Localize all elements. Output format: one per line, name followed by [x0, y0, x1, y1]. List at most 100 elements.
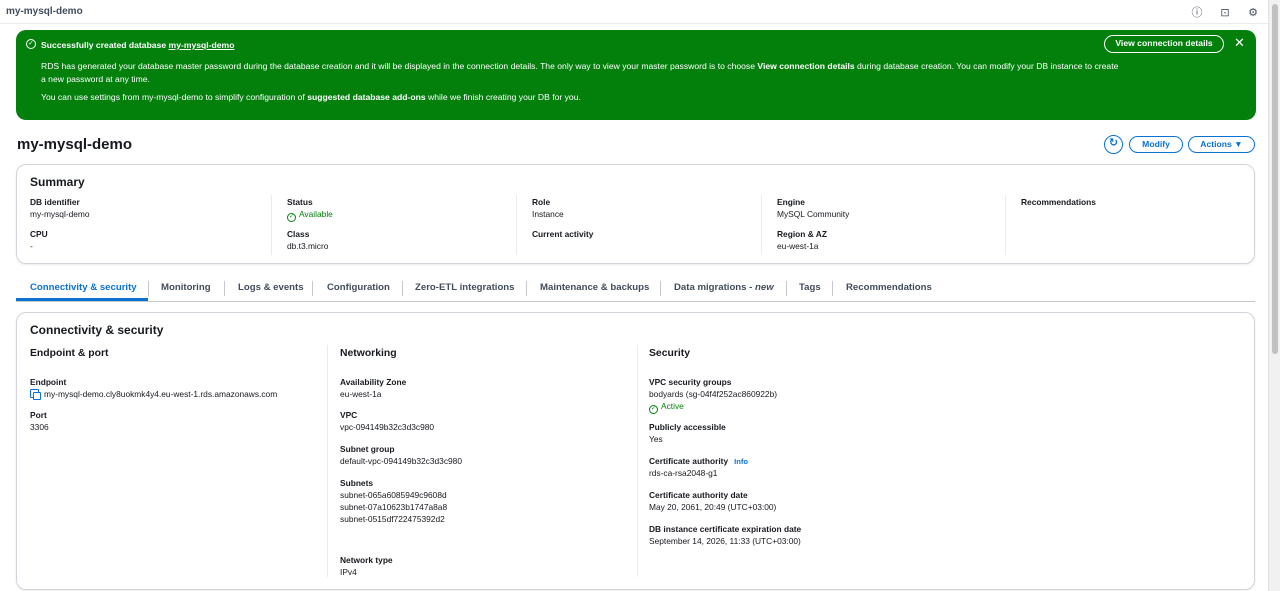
- cert-expiration-value: September 14, 2026, 11:33 (UTC+03:00): [649, 536, 801, 546]
- tab-data-migrations[interactable]: Data migrations - new: [674, 282, 774, 293]
- subnet-link[interactable]: subnet-07a10623b1747a8a8: [340, 502, 447, 512]
- tab-maintenance-backups[interactable]: Maintenance & backups: [540, 282, 649, 293]
- actions-dropdown-button[interactable]: Actions ▼: [1188, 136, 1255, 153]
- scrollbar-thumb[interactable]: [1272, 4, 1278, 354]
- summary-title: Summary: [30, 175, 85, 189]
- region-az-value: eu-west-1a: [777, 241, 819, 251]
- flash-p2-text-a: You can use settings from my-mysql-demo …: [41, 92, 308, 102]
- db-identifier-label: DB identifier: [30, 197, 80, 207]
- connectivity-security-card: Connectivity & security Endpoint & port …: [16, 312, 1255, 590]
- modify-button[interactable]: Modify: [1129, 136, 1183, 153]
- tab-logs-events[interactable]: Logs & events: [238, 282, 304, 293]
- view-connection-details-button[interactable]: View connection details: [1104, 35, 1224, 53]
- section-divider: [327, 345, 328, 577]
- summary-divider: [516, 195, 517, 255]
- status-label: Status: [287, 197, 313, 207]
- feedback-icon[interactable]: ⊡: [1218, 6, 1232, 19]
- security-heading: Security: [649, 348, 691, 359]
- success-icon: ✓: [26, 39, 36, 49]
- tab-data-migrations-label: Data migrations -: [674, 282, 756, 293]
- flash-message-addons: You can use settings from my-mysql-demo …: [41, 92, 581, 102]
- publicly-accessible-label: Publicly accessible: [649, 422, 726, 432]
- class-label: Class: [287, 229, 310, 239]
- region-az-label: Region & AZ: [777, 229, 827, 239]
- cpu-value: -: [30, 241, 33, 251]
- info-link[interactable]: Info: [734, 457, 748, 466]
- endpoint-port-heading: Endpoint & port: [30, 348, 109, 359]
- endpoint-value: my-mysql-demo.cly8uokmk4y4.eu-west-1.rds…: [30, 389, 278, 400]
- flash-p1-bold: View connection details: [757, 61, 855, 71]
- endpoint-label: Endpoint: [30, 377, 67, 387]
- az-label: Availability Zone: [340, 377, 407, 387]
- engine-label: Engine: [777, 197, 805, 207]
- tab-recommendations[interactable]: Recommendations: [846, 282, 932, 293]
- refresh-button[interactable]: ↻: [1104, 135, 1123, 154]
- top-bar-icons: ⓘ ⊡ ⚙: [1190, 4, 1260, 20]
- tab-connectivity-security[interactable]: Connectivity & security: [30, 282, 137, 293]
- status-value: ✓ Available: [287, 209, 333, 222]
- info-icon[interactable]: ⓘ: [1190, 4, 1204, 20]
- section-divider: [637, 345, 638, 577]
- tab-separator: [148, 281, 149, 296]
- sg-status-text: Active: [661, 401, 684, 411]
- tab-separator: [224, 281, 225, 296]
- copy-icon[interactable]: [30, 389, 41, 400]
- tab-separator: [660, 281, 661, 296]
- flash-message-password: RDS has generated your database master p…: [41, 60, 1121, 86]
- new-tag: new: [755, 282, 774, 293]
- role-value: Instance: [532, 209, 564, 219]
- settings-icon[interactable]: ⚙: [1246, 6, 1260, 19]
- networking-heading: Networking: [340, 348, 397, 359]
- engine-value: MySQL Community: [777, 209, 850, 219]
- tab-separator: [402, 281, 403, 296]
- summary-divider: [1005, 195, 1006, 255]
- security-group-link[interactable]: bodyards (sg-04f4f252ac860922b): [649, 389, 777, 399]
- ca-label-text: Certificate authority: [649, 456, 729, 466]
- certificate-authority-label: Certificate authority Info: [649, 456, 748, 466]
- close-icon[interactable]: ✕: [1234, 36, 1245, 49]
- flash-headline: Successfully created database my-mysql-d…: [41, 40, 234, 50]
- success-flash-banner: ✓ Successfully created database my-mysql…: [16, 30, 1256, 120]
- ca-date-value: May 20, 2061, 20:49 (UTC+03:00): [649, 502, 777, 512]
- network-type-value: IPv4: [340, 567, 357, 577]
- endpoint-text: my-mysql-demo.cly8uokmk4y4.eu-west-1.rds…: [44, 389, 278, 399]
- network-type-label: Network type: [340, 555, 393, 565]
- page-title: my-mysql-demo: [17, 136, 133, 153]
- flash-headline-text: Successfully created database: [41, 40, 169, 50]
- recommendations-label: Recommendations: [1021, 197, 1096, 207]
- port-label: Port: [30, 410, 47, 420]
- tab-configuration[interactable]: Configuration: [327, 282, 390, 293]
- subnet-group-value: default-vpc-094149b32c3d3c980: [340, 456, 462, 466]
- status-text: Available: [299, 209, 333, 219]
- certificate-authority-value: rds-ca-rsa2048-g1: [649, 468, 718, 478]
- check-circle-icon: ✓: [287, 213, 296, 222]
- connectivity-title: Connectivity & security: [30, 323, 164, 337]
- flash-p1-text-a: RDS has generated your database master p…: [41, 61, 758, 71]
- port-value: 3306: [30, 422, 49, 432]
- ca-date-label: Certificate authority date: [649, 490, 748, 500]
- cpu-label: CPU: [30, 229, 48, 239]
- active-tab-indicator: [16, 298, 148, 301]
- class-value: db.t3.micro: [287, 241, 329, 251]
- page-scrollbar[interactable]: [1268, 0, 1280, 591]
- vpc-link[interactable]: vpc-094149b32c3d3c980: [340, 422, 434, 432]
- tab-monitoring[interactable]: Monitoring: [161, 282, 211, 293]
- az-value: eu-west-1a: [340, 389, 382, 399]
- role-label: Role: [532, 197, 551, 207]
- cert-expiration-label: DB instance certificate expiration date: [649, 524, 802, 534]
- vpc-security-groups-label: VPC security groups: [649, 377, 732, 387]
- subnet-link[interactable]: subnet-065a6085949c9608d: [340, 490, 447, 500]
- subnet-link[interactable]: subnet-0515df722475392d2: [340, 514, 445, 524]
- top-bar: my-mysql-demo ⓘ ⊡ ⚙: [0, 0, 1268, 24]
- flash-p2-bold: suggested database add-ons: [307, 92, 426, 102]
- summary-divider: [271, 195, 272, 255]
- subnet-group-label: Subnet group: [340, 444, 395, 454]
- tab-separator: [312, 281, 313, 296]
- tab-zero-etl[interactable]: Zero-ETL integrations: [415, 282, 515, 293]
- detail-tabs: Connectivity & security Monitoring Logs …: [16, 278, 1255, 302]
- tab-separator: [786, 281, 787, 296]
- publicly-accessible-value: Yes: [649, 434, 663, 444]
- tab-tags[interactable]: Tags: [799, 282, 821, 293]
- flash-db-link[interactable]: my-mysql-demo: [169, 40, 235, 50]
- security-group-status: ✓ Active: [649, 401, 684, 414]
